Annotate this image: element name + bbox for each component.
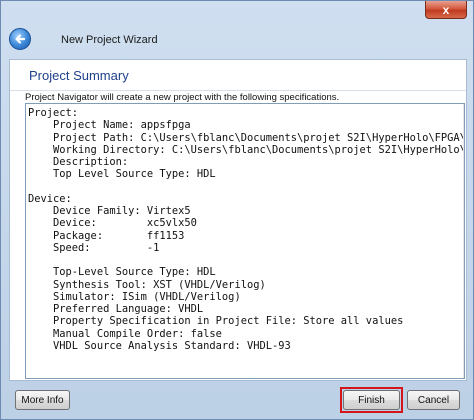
summary-line: Simulator: ISim (VHDL/Verilog) xyxy=(28,290,241,303)
summary-line: Device Family: Virtex5 xyxy=(28,205,191,217)
summary-line: Device: xyxy=(28,192,72,205)
header-divider xyxy=(10,90,466,91)
more-info-button[interactable]: More Info xyxy=(15,390,70,410)
summary-line: VHDL Source Analysis Standard: VHDL-93 xyxy=(28,339,291,352)
summary-line: Project: xyxy=(28,107,79,119)
summary-line: Package: ff1153 xyxy=(28,229,185,242)
close-icon: x xyxy=(442,2,450,17)
close-button[interactable]: x xyxy=(425,1,467,19)
summary-line xyxy=(28,254,464,266)
wizard-window: x New Project Wizard Project Summary Pro… xyxy=(0,0,474,420)
intro-text: Project Navigator will create a new proj… xyxy=(25,92,340,103)
back-button[interactable] xyxy=(9,28,31,50)
content-panel: Project Summary Project Navigator will c… xyxy=(9,59,467,381)
summary-line: Top-Level Source Type: HDL xyxy=(28,266,216,279)
window-title: New Project Wizard xyxy=(61,34,158,46)
summary-line: Description: xyxy=(28,156,129,168)
summary-content: Project: Project Name: appsfpga Project … xyxy=(28,107,465,352)
summary-line: Top Level Source Type: HDL xyxy=(28,168,216,181)
finish-button[interactable]: Finish xyxy=(343,390,400,410)
cancel-button[interactable]: Cancel xyxy=(407,390,460,410)
summary-edge xyxy=(463,104,464,378)
summary-line: Speed: -1 xyxy=(28,241,160,254)
summary-line: Project Path: C:\Users\fblanc\Documents\… xyxy=(28,131,465,144)
summary-line: Manual Compile Order: false xyxy=(28,327,222,340)
summary-line xyxy=(28,181,464,193)
summary-line: Project Name: appsfpga xyxy=(28,119,191,132)
back-arrow-icon xyxy=(15,34,26,44)
summary-line: Device: xc5vlx50 xyxy=(28,217,197,230)
summary-textbox[interactable]: Project: Project Name: appsfpga Project … xyxy=(25,103,465,379)
summary-line: Working Directory: C:\Users\fblanc\Docum… xyxy=(28,143,465,156)
summary-line: Synthesis Tool: XST (VHDL/Verilog) xyxy=(28,278,266,291)
page-title: Project Summary xyxy=(29,68,129,83)
summary-line: Property Specification in Project File: … xyxy=(28,315,404,328)
summary-line: Preferred Language: VHDL xyxy=(28,303,204,315)
